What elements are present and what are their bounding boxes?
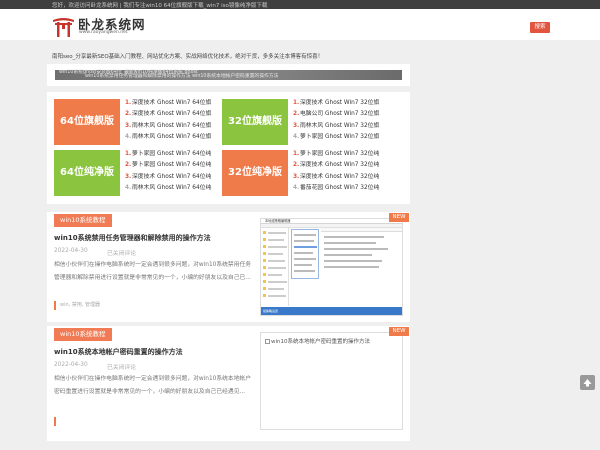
folder-icon (263, 231, 266, 234)
article-thumbnail[interactable]: win10系统本地帐户密码重置的操作方法 (260, 332, 403, 430)
folder-icon (263, 245, 266, 248)
comment-status: 已关闭评论 (107, 365, 136, 371)
list-item[interactable]: 2.萝卜家园 Ghost Win7 64位纯 (125, 160, 217, 171)
article-excerpt: 相信小伙伴们在操作电脑系统时一定会遇到很多问题，对win10系统本地帐户密码重置… (54, 376, 252, 395)
new-badge: NEW (389, 213, 409, 222)
list-64-pure: 1.萝卜家园 Ghost Win7 64位纯 2.萝卜家园 Ghost Win7… (125, 149, 217, 194)
list-item[interactable]: 4.萝卜家园 Ghost Win7 32位旗 (293, 132, 385, 143)
site-logo[interactable]: 卧龙系统网 www.raoyangwen.net (52, 12, 172, 39)
search-button[interactable]: 搜索 (530, 22, 550, 33)
list-item[interactable]: 4.雨林木风 Ghost Win7 64位纯 (125, 183, 217, 194)
broken-image-icon (265, 339, 270, 344)
folder-icon (263, 287, 266, 290)
settings-list (291, 229, 319, 279)
list-item[interactable]: 4.雨林木风 Ghost Win7 64位旗 (125, 132, 217, 143)
welcome-message: 您好，欢迎访问卧龙系统网 | 我们专注win10 64位旗舰版下载_win7 i… (52, 3, 268, 9)
list-item[interactable]: 4.番茄花园 Ghost Win7 32位纯 (293, 183, 385, 194)
folder-icon (263, 252, 266, 255)
list-32-pure: 1.萝卜家园 Ghost Win7 32位纯 2.深度技术 Ghost Win7… (293, 149, 385, 194)
article-date: 2022-04-30 (54, 362, 88, 368)
article-card: win10系统教程 win10系统禁用任务管理器和解除禁用的操作方法 2022-… (47, 212, 410, 322)
list-item[interactable]: 3.深度技术 Ghost Win7 32位纯 (293, 172, 385, 183)
gate-logo-icon (53, 18, 74, 37)
banner: win10系统ghost安装版64位_最新win10纯净版64位系统 ghost… (47, 64, 410, 86)
category-64-flagship[interactable]: 64位旗舰版 (54, 99, 120, 145)
banner-image[interactable]: win10系统ghost安装版64位_最新win10纯净版64位系统 ghost… (55, 70, 402, 80)
article-card: win10系统教程 win10系统本地帐户密码重置的操作方法 2022-04-3… (47, 326, 410, 441)
details-pane (321, 228, 402, 306)
logo-url: www.raoyangwen.net (79, 30, 128, 35)
list-item[interactable]: 3.雨林木风 Ghost Win7 32位旗 (293, 121, 385, 132)
download-grid: 64位旗舰版 1.深度技术 Ghost Win7 64位旗 2.深度技术 Gho… (47, 92, 410, 204)
status-text: 组策略设置 (263, 309, 279, 313)
folder-icon (263, 273, 266, 276)
list-item[interactable]: 3.雨林木风 Ghost Win7 64位旗 (125, 121, 217, 132)
site-notice: 南阳seo_分享最新SEO基础入门教程、网站优化方案、实战网络优化技术，绝对干货… (52, 54, 324, 60)
article-thumbnail[interactable]: 本地组策略编辑器 组策略设置 (260, 218, 403, 316)
article-tags[interactable]: win, 禁用, 管理器 (54, 301, 100, 310)
column-header (321, 228, 402, 232)
list-item[interactable]: 1.深度技术 Ghost Win7 64位旗 (125, 98, 217, 109)
banner-line-2: win10系统禁用任务管理器和解除禁用的操作方法 win10系统本地帐户密码重置… (85, 74, 279, 79)
window-statusbar: 组策略设置 (261, 307, 402, 315)
category-32-flagship[interactable]: 32位旗舰版 (222, 99, 288, 145)
folder-icon (263, 266, 266, 269)
list-item[interactable]: 2.深度技术 Ghost Win7 32位纯 (293, 160, 385, 171)
arrow-up-icon (583, 379, 592, 387)
category-64-pure[interactable]: 64位纯净版 (54, 150, 120, 196)
list-32-flagship: 1.深度技术 Ghost Win7 32位旗 2.电脑公司 Ghost Win7… (293, 98, 385, 143)
comment-status: 已关闭评论 (107, 251, 136, 257)
top-bar: 您好，欢迎访问卧龙系统网 | 我们专注win10 64位旗舰版下载_win7 i… (0, 0, 600, 9)
back-to-top-button[interactable] (580, 375, 595, 390)
category-tag[interactable]: win10系统教程 (54, 328, 112, 341)
list-item[interactable]: 2.深度技术 Ghost Win7 64位旗 (125, 109, 217, 120)
category-32-pure[interactable]: 32位纯净版 (222, 150, 288, 196)
tree-pane (261, 228, 289, 306)
list-item[interactable]: 3.深度技术 Ghost Win7 64位纯 (125, 172, 217, 183)
folder-icon (263, 294, 266, 297)
new-badge: NEW (389, 327, 409, 336)
article-title[interactable]: win10系统本地帐户密码重置的操作方法 (54, 347, 183, 357)
article-date: 2022-04-30 (54, 248, 88, 254)
folder-icon (263, 238, 266, 241)
broken-image-alt: win10系统本地帐户密码重置的操作方法 (265, 337, 370, 345)
list-item[interactable]: 1.深度技术 Ghost Win7 32位旗 (293, 98, 385, 109)
folder-icon (263, 259, 266, 262)
folder-icon (263, 280, 266, 283)
site-header: 卧龙系统网 www.raoyangwen.net 搜索 (0, 9, 600, 40)
article-excerpt: 相信小伙伴们在操作电脑系统时一定会遇到很多问题，对win10系统禁用任务管理器和… (54, 262, 252, 281)
list-item[interactable]: 1.萝卜家园 Ghost Win7 32位纯 (293, 149, 385, 160)
list-item[interactable]: 1.萝卜家园 Ghost Win7 64位纯 (125, 149, 217, 160)
list-64-flagship: 1.深度技术 Ghost Win7 64位旗 2.深度技术 Ghost Win7… (125, 98, 217, 143)
list-item[interactable]: 2.电脑公司 Ghost Win7 32位旗 (293, 109, 385, 120)
category-tag[interactable]: win10系统教程 (54, 214, 112, 227)
article-title[interactable]: win10系统禁用任务管理器和解除禁用的操作方法 (54, 233, 211, 243)
article-tags[interactable] (54, 417, 57, 426)
